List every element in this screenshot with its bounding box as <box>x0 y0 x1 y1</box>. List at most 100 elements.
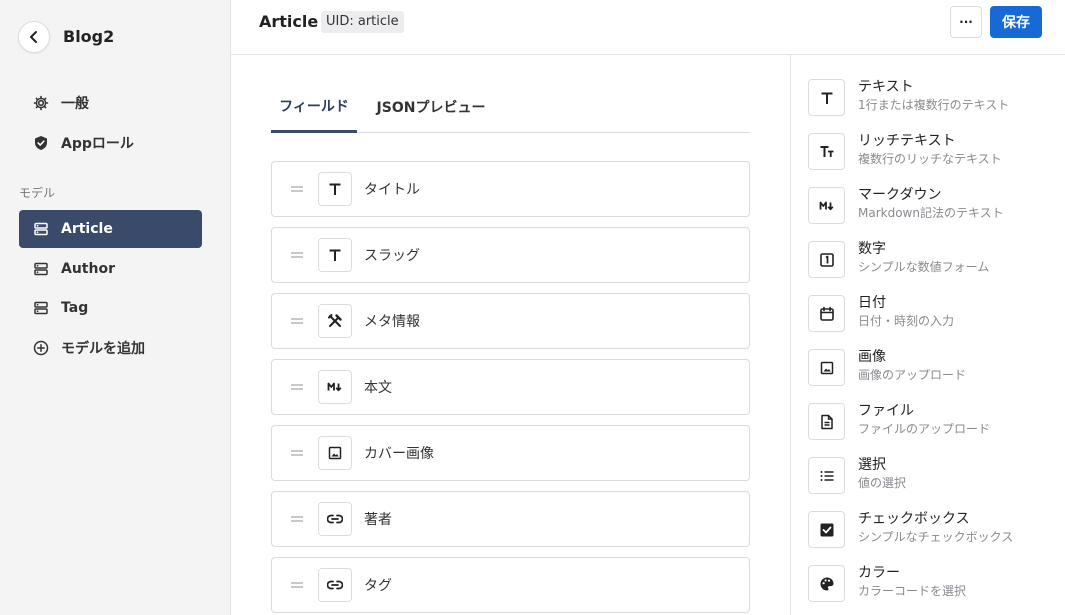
field-type-desc: シンプルな数値フォーム <box>858 260 990 274</box>
field-type-desc: 画像のアップロード <box>858 368 967 382</box>
tab-json-preview[interactable]: JSONプレビュー <box>375 81 487 132</box>
add-model-button[interactable]: モデルを追加 <box>19 329 202 367</box>
more-options-button[interactable]: ··· <box>950 6 982 38</box>
field-type-name: カラー <box>858 565 900 581</box>
sidebar-model-article[interactable]: Article <box>19 210 202 248</box>
field-type-name: マークダウン <box>858 187 942 203</box>
field-label: タイトル <box>364 182 420 198</box>
field-label: タグ <box>364 578 392 594</box>
rich-text-icon <box>808 133 845 170</box>
field-type-name: テキスト <box>858 79 914 95</box>
back-button[interactable] <box>18 21 50 53</box>
tools-icon <box>318 304 352 338</box>
sidebar-model-label: Article <box>61 221 113 237</box>
field-row[interactable]: 著者 <box>271 491 750 547</box>
ellipsis-icon: ··· <box>959 15 973 29</box>
field-label: スラッグ <box>364 248 420 264</box>
page-title: Article <box>259 12 319 31</box>
field-row[interactable]: カバー画像 <box>271 425 750 481</box>
field-type-text-block: 画像 画像のアップロード <box>858 348 966 384</box>
database-icon <box>33 221 49 237</box>
field-type-text-block: テキスト 1行または複数行のテキスト <box>858 78 1009 114</box>
field-type-file[interactable]: ファイル ファイルのアップロード <box>808 402 1058 448</box>
field-type-checkbox[interactable]: チェックボックス シンプルなチェックボックス <box>808 510 1058 556</box>
field-type-name: 画像 <box>858 349 886 365</box>
field-label: メタ情報 <box>364 314 420 330</box>
palette-icon <box>808 565 845 602</box>
field-type-name: チェックボックス <box>858 511 970 527</box>
drag-handle-icon[interactable] <box>291 318 303 324</box>
calendar-icon <box>808 295 845 332</box>
field-type-text-block: ファイル ファイルのアップロード <box>858 402 990 438</box>
models-section-label: モデル <box>19 186 56 200</box>
text-icon <box>318 172 352 206</box>
field-row[interactable]: タイトル <box>271 161 750 217</box>
field-type-color[interactable]: カラー カラーコードを選択 <box>808 564 1058 610</box>
image-icon <box>318 436 352 470</box>
field-type-name: 数字 <box>858 241 886 257</box>
field-type-image[interactable]: 画像 画像のアップロード <box>808 348 1058 394</box>
field-type-desc: Markdown記法のテキスト <box>858 206 1004 220</box>
tab-fields[interactable]: フィールド <box>271 81 357 133</box>
sidebar-model-author[interactable]: Author <box>19 250 202 288</box>
drag-handle-icon[interactable] <box>291 384 303 390</box>
list-icon <box>808 457 845 494</box>
field-label: 本文 <box>364 380 392 396</box>
project-title: Blog2 <box>63 27 115 46</box>
drag-handle-icon[interactable] <box>291 582 303 588</box>
link-icon <box>318 568 352 602</box>
field-type-desc: ファイルのアップロード <box>858 422 991 436</box>
field-row[interactable]: スラッグ <box>271 227 750 283</box>
field-type-select[interactable]: 選択 値の選択 <box>808 456 1058 502</box>
sidebar-item-label: Appロール <box>61 136 134 152</box>
add-model-label: モデルを追加 <box>61 341 145 357</box>
checkbox-icon <box>808 511 845 548</box>
drag-handle-icon[interactable] <box>291 450 303 456</box>
field-type-text-block: リッチテキスト 複数行のリッチなテキスト <box>858 132 1002 168</box>
field-type-number[interactable]: 数字 シンプルな数値フォーム <box>808 240 1058 286</box>
field-type-text[interactable]: テキスト 1行または複数行のテキスト <box>808 78 1058 124</box>
tab-bar: フィールド JSONプレビュー <box>271 81 750 133</box>
field-type-panel: テキスト 1行または複数行のテキスト リッチテキスト 複数行のリッチなテキスト … <box>790 55 1065 615</box>
field-type-rich-text[interactable]: リッチテキスト 複数行のリッチなテキスト <box>808 132 1058 178</box>
field-type-desc: 複数行のリッチなテキスト <box>858 152 1002 166</box>
number-icon <box>808 241 845 278</box>
sidebar-item-general[interactable]: 一般 <box>19 84 202 122</box>
field-label: 著者 <box>364 512 392 528</box>
drag-handle-icon[interactable] <box>291 186 303 192</box>
sidebar-model-tag[interactable]: Tag <box>19 289 202 327</box>
drag-handle-icon[interactable] <box>291 516 303 522</box>
chevron-left-icon <box>27 30 41 44</box>
database-icon <box>33 261 49 277</box>
sidebar-item-label: 一般 <box>61 96 89 112</box>
field-type-text-block: 数字 シンプルな数値フォーム <box>858 240 989 276</box>
field-type-desc: 1行または複数行のテキスト <box>858 98 1010 112</box>
field-type-desc: カラーコードを選択 <box>858 584 967 598</box>
field-type-markdown[interactable]: マークダウン Markdown記法のテキスト <box>808 186 1058 232</box>
field-type-name: 日付 <box>858 295 886 311</box>
field-type-text-block: 選択 値の選択 <box>858 456 906 492</box>
field-label: カバー画像 <box>364 446 434 462</box>
gear-icon <box>33 95 49 111</box>
sidebar-item-app-role[interactable]: Appロール <box>19 124 202 162</box>
field-row[interactable]: 本文 <box>271 359 750 415</box>
field-type-text-block: チェックボックス シンプルなチェックボックス <box>858 510 1013 546</box>
top-bar: Article UID: article ··· 保存 <box>231 0 1065 55</box>
field-type-name: 選択 <box>858 457 886 473</box>
plus-circle-icon <box>33 340 49 356</box>
image-icon <box>808 349 845 386</box>
field-type-desc: 値の選択 <box>858 476 907 490</box>
field-row[interactable]: タグ <box>271 557 750 613</box>
field-row[interactable]: メタ情報 <box>271 293 750 349</box>
file-icon <box>808 403 845 440</box>
field-type-date[interactable]: 日付 日付・時刻の入力 <box>808 294 1058 340</box>
field-type-text-block: カラー カラーコードを選択 <box>858 564 966 600</box>
field-type-text-block: 日付 日付・時刻の入力 <box>858 294 954 330</box>
field-type-name: ファイル <box>858 403 914 419</box>
sidebar: Blog2 一般 Appロール モデル Article Author Tag モ… <box>0 0 231 615</box>
uid-badge: UID: article <box>321 11 404 33</box>
shield-check-icon <box>33 135 49 151</box>
markdown-icon <box>318 370 352 404</box>
drag-handle-icon[interactable] <box>291 252 303 258</box>
save-button[interactable]: 保存 <box>990 6 1042 38</box>
